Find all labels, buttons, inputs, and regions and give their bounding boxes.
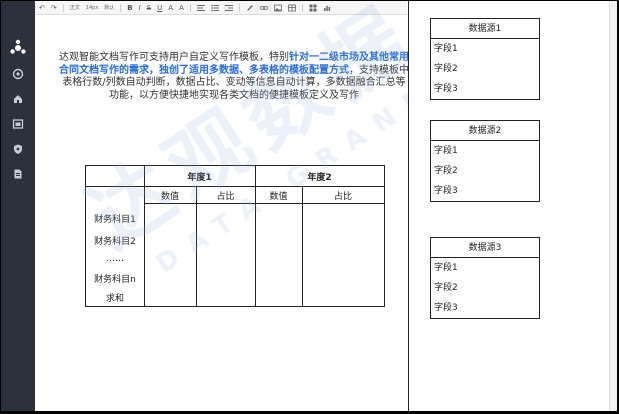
row-label: …… — [106, 254, 124, 264]
list-icon[interactable] — [211, 4, 219, 12]
financial-template-table[interactable]: 年度1 年度2 数值 占比 数值 占比 财务科目1 财务科目2 …… 财务科目n… — [85, 165, 385, 307]
table-line — [302, 186, 303, 306]
row-label: 财务科目1 — [94, 215, 136, 225]
image-insert-icon[interactable] — [273, 4, 282, 12]
year2-header: 年度2 — [307, 173, 332, 183]
redo-button[interactable]: ↷ — [51, 1, 57, 15]
data-field[interactable]: 字段3 — [431, 181, 539, 201]
app-window: ↶ ↷ 正文 14px 默认 B I S U A A 达观智能文档写作可支持用户… — [1, 1, 617, 411]
document-area[interactable]: 达观智能文档写作可支持用户自定义写作模板，特别针对一二级市场及其他常用合同文档写… — [35, 15, 409, 411]
year2-ratio-header: 占比 — [333, 192, 352, 202]
right-scroll-strip[interactable] — [609, 1, 617, 411]
shield-icon[interactable] — [12, 143, 24, 155]
document-icon[interactable] — [12, 168, 24, 180]
data-field[interactable]: 字段1 — [431, 39, 539, 59]
image-icon[interactable] — [12, 118, 24, 130]
font-family-select[interactable]: 正文 — [70, 1, 80, 15]
toolbar-divider — [189, 3, 191, 12]
data-field[interactable]: 字段2 — [431, 59, 539, 79]
data-source-3[interactable]: 数据源3 字段1 字段2 字段3 — [430, 237, 540, 319]
data-source-panel: 数据源1 字段1 字段2 字段3 数据源2 字段1 字段2 字段3 数据源3 字… — [409, 1, 609, 411]
year1-value-header: 数值 — [160, 192, 179, 202]
sidebar — [1, 1, 35, 411]
data-field[interactable]: 字段1 — [431, 258, 539, 278]
strikethrough-button[interactable]: S — [147, 1, 151, 15]
year2-value-header: 数值 — [269, 192, 288, 202]
logo-icon[interactable] — [9, 39, 27, 57]
row-label: 财务科目2 — [94, 237, 136, 247]
data-source-1[interactable]: 数据源1 字段1 字段2 字段3 — [430, 18, 540, 100]
row-label: 求和 — [105, 294, 124, 304]
row-label: 财务科目n — [94, 275, 136, 285]
toolbar-divider — [301, 3, 303, 12]
indent-icon[interactable] — [224, 4, 233, 12]
intro-paragraph: 达观智能文档写作可支持用户自定义写作模板，特别针对一二级市场及其他常用合同文档写… — [59, 52, 409, 102]
data-source-2[interactable]: 数据源2 字段1 字段2 字段3 — [430, 120, 540, 202]
toolbar-divider — [120, 3, 122, 12]
chart-icon[interactable] — [323, 4, 331, 12]
paragraph-select[interactable]: 默认 — [104, 1, 114, 15]
table-line — [86, 186, 384, 187]
italic-button[interactable]: I — [139, 1, 141, 15]
data-source-title: 数据源1 — [431, 19, 539, 39]
font-size-select[interactable]: 14px — [86, 1, 99, 15]
highlight-button[interactable]: A — [179, 1, 184, 15]
data-source-title: 数据源2 — [431, 121, 539, 141]
data-field[interactable]: 字段1 — [431, 141, 539, 161]
bold-button[interactable]: B — [127, 1, 132, 15]
year1-ratio-header: 占比 — [216, 192, 235, 202]
year1-header: 年度1 — [187, 173, 212, 183]
home-icon[interactable] — [12, 93, 24, 105]
intro-text: 达观智能文档写作可支持用户自定义写作模板，特别 — [59, 52, 289, 63]
data-source-title: 数据源3 — [431, 238, 539, 258]
data-field[interactable]: 字段2 — [431, 161, 539, 181]
undo-button[interactable]: ↶ — [39, 1, 45, 15]
toolbar-divider — [238, 3, 240, 12]
editor-toolbar: ↶ ↷ 正文 14px 默认 B I S U A A — [35, 1, 407, 15]
table-insert-icon[interactable] — [287, 4, 296, 12]
grid-icon[interactable] — [309, 4, 317, 12]
font-color-button[interactable]: A — [168, 1, 173, 15]
table-line — [144, 166, 145, 306]
table-line — [196, 186, 197, 306]
data-field[interactable]: 字段2 — [431, 278, 539, 298]
table-line — [144, 203, 384, 204]
underline-button[interactable]: U — [157, 1, 162, 15]
pen-icon[interactable] — [246, 4, 254, 12]
table-line — [255, 166, 256, 306]
link-icon[interactable] — [259, 4, 268, 12]
globe-icon[interactable] — [12, 68, 24, 80]
toolbar-divider — [62, 3, 64, 12]
data-field[interactable]: 字段3 — [431, 298, 539, 318]
align-icon[interactable] — [196, 4, 205, 12]
data-field[interactable]: 字段3 — [431, 79, 539, 99]
